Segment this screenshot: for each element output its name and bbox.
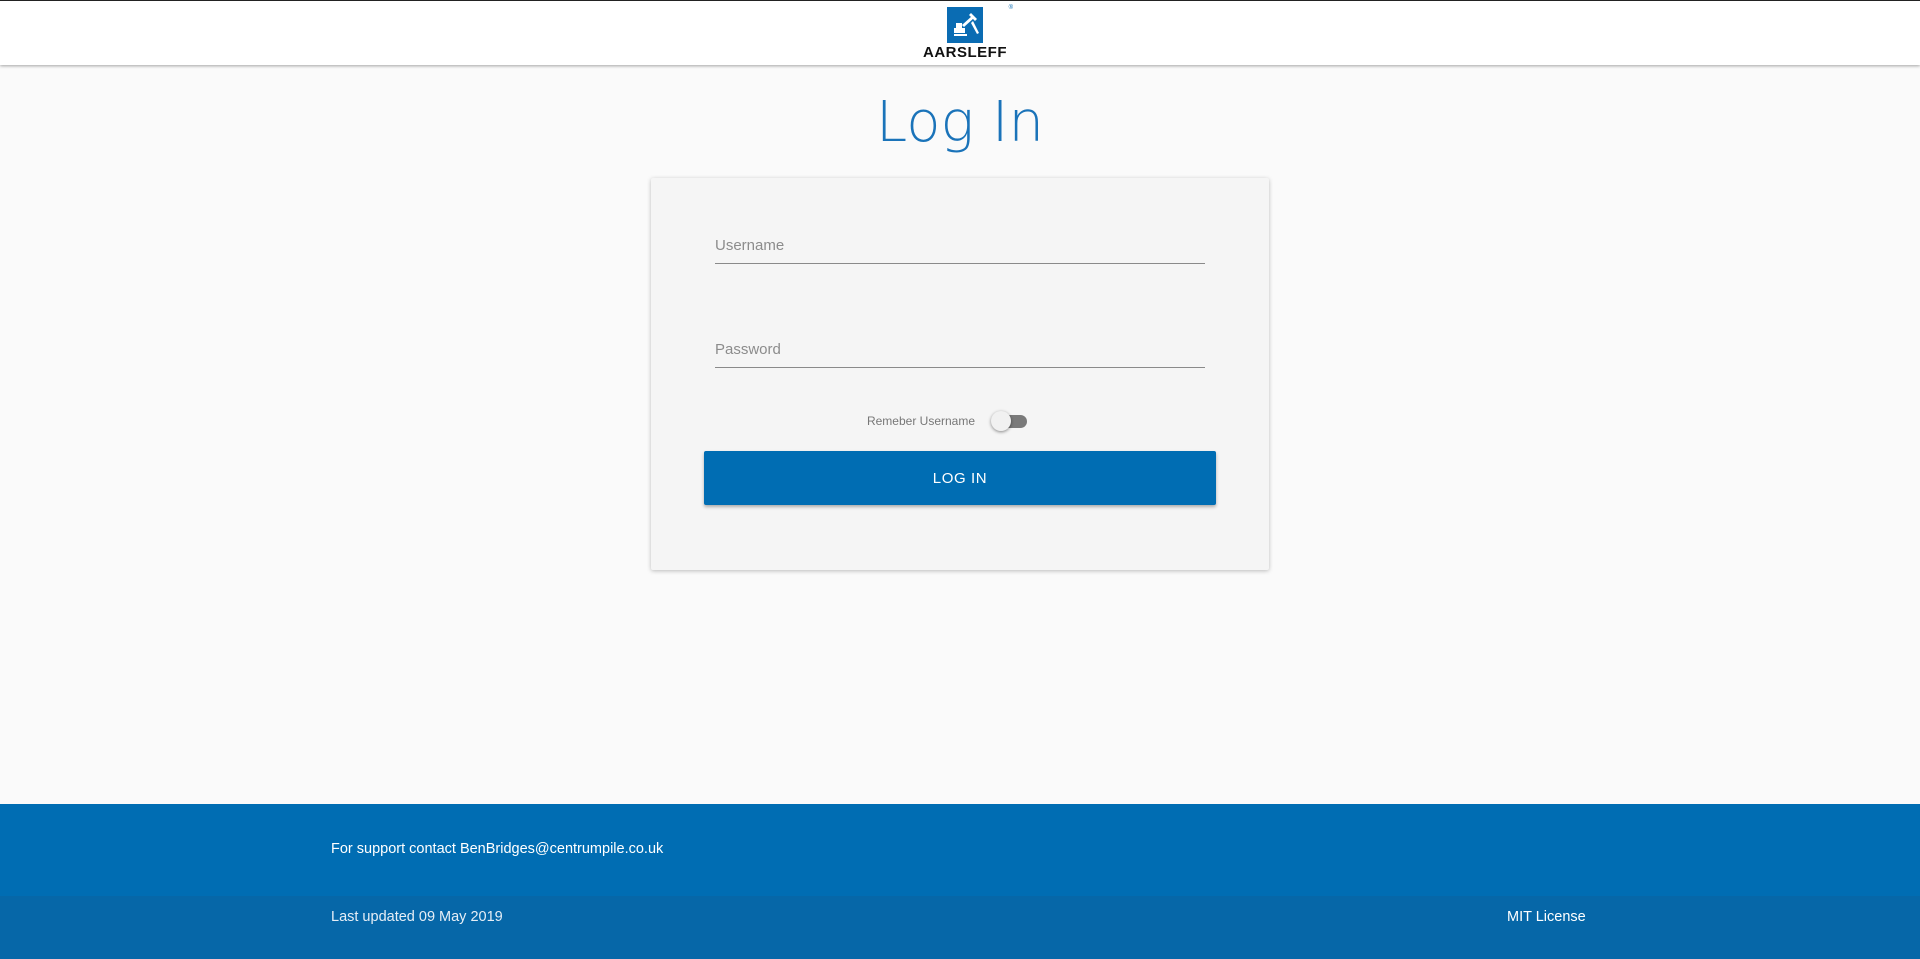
toggle-knob bbox=[991, 411, 1012, 431]
top-bar: ® AARSLEFF bbox=[0, 0, 1920, 65]
aarsleff-logo[interactable]: ® AARSLEFF bbox=[923, 5, 1013, 61]
remember-username-toggle[interactable] bbox=[991, 411, 1028, 431]
footer: For support contact BenBridges@centrumpi… bbox=[0, 804, 1920, 959]
registered-mark: ® bbox=[1008, 5, 1013, 11]
last-updated-text: Last updated 09 May 2019 bbox=[331, 909, 503, 925]
password-input[interactable] bbox=[715, 322, 1205, 367]
login-button[interactable]: LOG IN bbox=[704, 451, 1216, 505]
footer-main: For support contact BenBridges@centrumpi… bbox=[0, 804, 1920, 896]
footer-bottom-bar: Last updated 09 May 2019 MIT License bbox=[0, 896, 1920, 959]
username-field[interactable] bbox=[715, 218, 1205, 264]
remember-username-label: Remeber Username bbox=[866, 414, 976, 428]
page-title: Log In bbox=[876, 90, 1044, 155]
logo-wordmark: AARSLEFF bbox=[923, 44, 1007, 61]
remember-username-row: Remeber Username bbox=[651, 411, 1269, 431]
username-input[interactable] bbox=[715, 218, 1205, 263]
mit-license-link[interactable]: MIT License bbox=[1507, 909, 1586, 925]
login-card: Remeber Username LOG IN bbox=[651, 178, 1269, 570]
aarsleff-logo-icon bbox=[947, 7, 983, 43]
password-field[interactable] bbox=[715, 322, 1205, 368]
support-contact-text: For support contact BenBridges@centrumpi… bbox=[331, 841, 664, 857]
